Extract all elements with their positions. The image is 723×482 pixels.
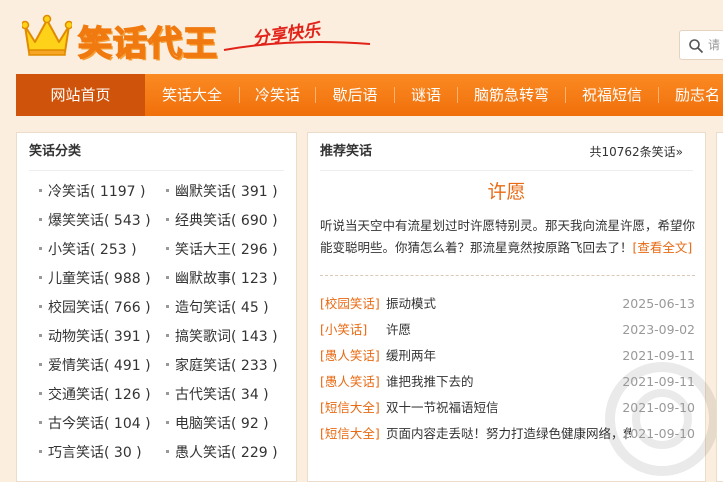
bullet-icon [39, 188, 42, 192]
list-item[interactable]: [短信大全] 双十一节祝福语短信 2021-09-10 [320, 395, 695, 421]
bullet-icon [166, 304, 169, 308]
search-icon[interactable] [688, 38, 704, 54]
right-panel [716, 132, 723, 482]
joke-category[interactable]: [校园笑话] [320, 291, 380, 317]
joke-title[interactable]: 页面内容走丢哒！努力打造绿色健康网络，传 [386, 421, 631, 447]
site-header: 笑话代王 分享快乐 [0, 0, 723, 74]
category-panel-title: 笑话分类 [29, 133, 284, 171]
divider [320, 275, 695, 276]
bullet-icon [39, 362, 42, 366]
nav-item-jokes[interactable]: 笑话大全 [145, 74, 239, 116]
joke-category[interactable]: [短信大全] [320, 421, 380, 447]
logo-title: 笑话代王 [77, 23, 218, 65]
nav-item-home[interactable]: 网站首页 [16, 74, 145, 116]
bullet-icon [39, 449, 42, 453]
joke-date: 2021-09-11 [622, 374, 695, 389]
bullet-icon [166, 391, 169, 395]
category-link[interactable]: 巧言笑话( 30 ) [39, 441, 142, 465]
category-link[interactable]: 搞笑歌词( 143 ) [166, 325, 278, 349]
category-link[interactable]: 家庭笑话( 233 ) [166, 354, 278, 378]
joke-title[interactable]: 双十一节祝福语短信 [386, 395, 631, 421]
bullet-icon [166, 188, 169, 192]
category-link[interactable]: 爆笑笑话( 543 ) [39, 209, 151, 233]
nav-item-xiehouyu[interactable]: 歇后语 [316, 74, 394, 116]
nav-item-quotes[interactable]: 励志名 [659, 74, 723, 116]
list-item[interactable]: [短信大全] 页面内容走丢哒！努力打造绿色健康网络，传 2021-09-10 [320, 421, 695, 447]
search-input[interactable] [708, 36, 723, 54]
search-box[interactable] [679, 30, 723, 60]
category-link[interactable]: 笑话大王( 296 ) [166, 238, 278, 262]
featured-joke-text: 听说当天空中有流星划过时许愿特别灵。那天我向流星许愿，希望你能变聪明些。你猜怎么… [320, 218, 696, 255]
bullet-icon [39, 304, 42, 308]
joke-title[interactable]: 缓刑两年 [386, 343, 631, 369]
category-link[interactable]: 幽默故事( 123 ) [166, 267, 278, 291]
category-link[interactable]: 古代笑话( 34 ) [166, 383, 269, 407]
category-link[interactable]: 造句笑话( 45 ) [166, 296, 269, 320]
category-link[interactable]: 经典笑话( 690 ) [166, 209, 278, 233]
category-panel: 笑话分类 冷笑话( 1197 ) 幽默笑话( 391 ) 爆笑笑话( 543 )… [16, 132, 297, 482]
bullet-icon [39, 391, 42, 395]
nav-item-greeting-sms[interactable]: 祝福短信 [566, 74, 658, 116]
list-item[interactable]: [愚人笑话] 缓刑两年 2021-09-11 [320, 343, 695, 369]
list-item[interactable]: [小笑话] 许愿 2023-09-02 [320, 317, 695, 343]
joke-date: 2021-09-10 [622, 400, 695, 415]
category-link[interactable]: 电脑笑话( 92 ) [166, 412, 269, 436]
joke-title[interactable]: 振动模式 [386, 291, 631, 317]
site-logo[interactable]: 笑话代王 分享快乐 [22, 12, 371, 65]
joke-date: 2021-09-11 [622, 348, 695, 363]
read-more-link[interactable]: [查看全文] [633, 240, 693, 255]
recommend-panel-title: 推荐笑话 共10762条笑话» [320, 133, 693, 171]
bullet-icon [166, 420, 169, 424]
bullet-icon [39, 333, 42, 337]
category-link[interactable]: 爱情笑话( 491 ) [39, 354, 151, 378]
bullet-icon [166, 362, 169, 366]
crown-icon [22, 14, 72, 56]
joke-date: 2021-09-10 [622, 426, 695, 441]
category-link[interactable]: 动物笑话( 391 ) [39, 325, 151, 349]
nav-item-brain-teasers[interactable]: 脑筋急转弯 [458, 74, 565, 116]
category-link[interactable]: 愚人笑话( 229 ) [166, 441, 278, 465]
joke-category[interactable]: [愚人笑话] [320, 369, 380, 395]
category-link[interactable]: 儿童笑话( 988 ) [39, 267, 151, 291]
bullet-icon [166, 275, 169, 279]
joke-category[interactable]: [小笑话] [320, 317, 367, 343]
category-link[interactable]: 校园笑话( 766 ) [39, 296, 151, 320]
bullet-icon [39, 246, 42, 250]
joke-date: 2025-06-13 [622, 296, 695, 311]
joke-category[interactable]: [短信大全] [320, 395, 380, 421]
joke-title[interactable]: 许愿 [386, 317, 631, 343]
joke-title[interactable]: 谁把我推下去的 [386, 369, 631, 395]
bullet-icon [166, 246, 169, 250]
nav-item-cold-jokes[interactable]: 冷笑话 [240, 74, 315, 116]
category-link[interactable]: 冷笑话( 1197 ) [39, 180, 145, 204]
bullet-icon [39, 275, 42, 279]
featured-joke-title[interactable]: 许愿 [308, 177, 705, 204]
category-link[interactable]: 小笑话( 253 ) [39, 238, 137, 262]
category-link[interactable]: 交通笑话( 126 ) [39, 383, 151, 407]
bullet-icon [166, 333, 169, 337]
category-link[interactable]: 古今笑话( 104 ) [39, 412, 151, 436]
bullet-icon [39, 420, 42, 424]
bullet-icon [166, 217, 169, 221]
list-item[interactable]: [校园笑话] 振动模式 2025-06-13 [320, 291, 695, 317]
category-link[interactable]: 幽默笑话( 391 ) [166, 180, 278, 204]
bullet-icon [166, 449, 169, 453]
recommend-panel: 推荐笑话 共10762条笑话» 许愿 听说当天空中有流星划过时许愿特别灵。那天我… [307, 132, 719, 482]
nav-item-riddles[interactable]: 谜语 [395, 74, 457, 116]
joke-date: 2023-09-02 [622, 322, 695, 337]
total-jokes-link[interactable]: 共10762条笑话» [589, 133, 683, 171]
bullet-icon [39, 217, 42, 221]
main-nav: 网站首页 笑话大全 冷笑话 歇后语 谜语 脑筋急转弯 祝福短信 励志名 [16, 74, 723, 116]
joke-category[interactable]: [愚人笑话] [320, 343, 380, 369]
list-item[interactable]: [愚人笑话] 谁把我推下去的 2021-09-11 [320, 369, 695, 395]
